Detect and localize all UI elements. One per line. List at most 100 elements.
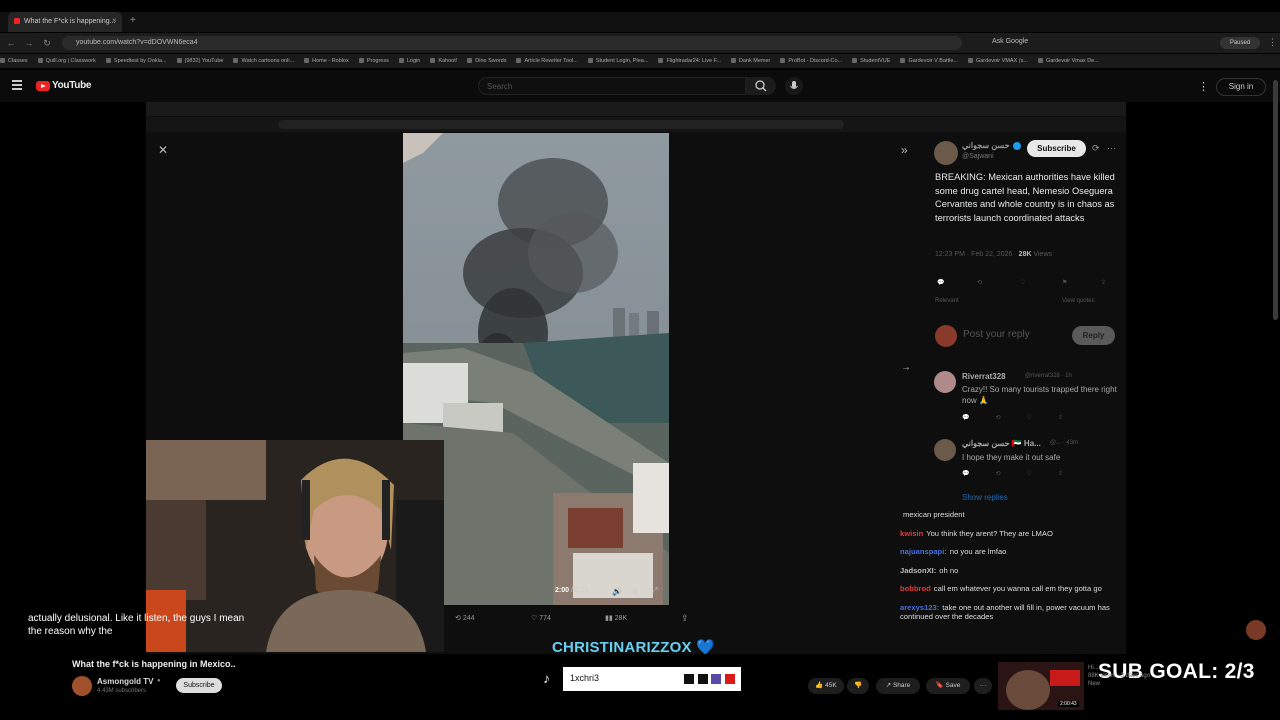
live-caption: actually delusional. Like it listen, the…: [28, 613, 245, 637]
dislike-button[interactable]: 👎: [847, 678, 869, 694]
new-tab-icon[interactable]: +: [130, 15, 136, 26]
chat-user: JadsonXI:: [900, 565, 937, 575]
settings-dots-icon[interactable]: ⋮: [1198, 80, 1209, 93]
tiktok-username: 1xchri3: [570, 673, 600, 683]
bookmark-item[interactable]: Gardevoir V Battle...: [900, 54, 958, 68]
forward-icon[interactable]: →: [24, 38, 34, 48]
floating-avatar-icon[interactable]: [1246, 620, 1266, 640]
bookmark-item[interactable]: Student Login, Plea...: [587, 54, 648, 68]
bookmark-icon: [900, 58, 906, 64]
tweet-author-avatar[interactable]: [934, 141, 958, 165]
channel-subscribers: 4.43M subscribers: [97, 688, 147, 694]
bookmark-item[interactable]: Watch cartoons onli...: [233, 54, 294, 68]
media-retweet-count[interactable]: ⟲ 244: [455, 614, 475, 622]
bookmark-icon: [967, 58, 973, 64]
back-icon[interactable]: ←: [6, 38, 16, 48]
like-button[interactable]: 👍 45K: [808, 678, 844, 694]
bookmark-item[interactable]: Article Rewriter Tool...: [516, 54, 578, 68]
browser-menu-icon[interactable]: ⋮: [1268, 37, 1277, 48]
tweet-author-name[interactable]: حسن سجواني: [962, 141, 1010, 150]
bookmark-item[interactable]: Quill.org | Classwork: [37, 54, 96, 68]
bookmark-item[interactable]: Dino Swords: [467, 54, 506, 68]
reply-actions[interactable]: 💬⟲♡⇪: [962, 414, 1117, 421]
color-swatch: [711, 674, 721, 684]
page-scrollbar[interactable]: [1273, 80, 1278, 320]
tweet-reply-icon[interactable]: 💬: [937, 279, 944, 286]
recommended-video-title[interactable]: Hi...: [1088, 664, 1150, 672]
chat-message: kwisin You think they arent? They are LMA…: [900, 529, 1120, 539]
chat-user: arexys123:: [900, 602, 940, 612]
bookmark-icon: [516, 58, 522, 64]
bookmark-item[interactable]: Speedtest by Ookla...: [105, 54, 167, 68]
more-actions-button[interactable]: ···: [974, 678, 992, 694]
collapse-panel-icon[interactable]: »: [901, 143, 908, 157]
bookmark-item[interactable]: ProBot - Discord-Co...: [780, 54, 842, 68]
hamburger-menu-icon[interactable]: [12, 80, 22, 90]
media-like-count[interactable]: ♡ 774: [531, 614, 551, 622]
verified-icon: ●: [157, 678, 161, 684]
reload-icon[interactable]: ↻: [42, 38, 52, 48]
reply-actions[interactable]: 💬⟲♡⇪: [962, 470, 1117, 477]
bookmark-item[interactable]: StudentVUE: [852, 54, 890, 68]
profile-paused-button[interactable]: Paused: [1220, 37, 1260, 49]
tweet-retweet-icon[interactable]: ⟲: [977, 279, 982, 286]
reply-avatar[interactable]: [934, 439, 956, 461]
more-icon[interactable]: ···: [1107, 143, 1116, 153]
bookmark-item[interactable]: Home - Roblox: [304, 54, 349, 68]
youtube-logo-icon[interactable]: [36, 81, 50, 91]
search-input[interactable]: Search: [478, 77, 746, 95]
chat-text: call em whatever you wanna call em they …: [933, 584, 1102, 593]
sign-in-button[interactable]: Sign in: [1216, 78, 1266, 96]
bookmark-icon: [1037, 58, 1043, 64]
channel-name[interactable]: Asmongold TV: [97, 677, 153, 686]
youtube-logo-text[interactable]: YouTube: [52, 80, 92, 91]
new-badge: New: [1088, 681, 1101, 687]
youtube-favicon-icon: [14, 18, 20, 25]
tab-close-icon[interactable]: ×: [112, 16, 117, 25]
show-replies-link[interactable]: Show replies: [962, 493, 1008, 502]
save-button[interactable]: 🔖 Save: [926, 678, 970, 694]
bookmark-item[interactable]: Kahoot!: [430, 54, 457, 68]
next-arrow-icon[interactable]: →: [901, 362, 911, 373]
sort-relevant[interactable]: Relevant: [935, 298, 959, 304]
browser-tab-active[interactable]: What the F*ck is happening...: [8, 12, 122, 32]
reply-author[interactable]: Riverrat328: [962, 372, 1006, 381]
bookmark-item[interactable]: Dank Memer: [730, 54, 770, 68]
bookmark-item[interactable]: Progress: [358, 54, 389, 68]
bookmark-item[interactable]: (9832) YouTube: [176, 54, 223, 68]
tweet-like-icon[interactable]: ♡: [1020, 279, 1025, 286]
bookmark-item[interactable]: Gardevoir VMAX (s...: [967, 54, 1028, 68]
bookmark-item[interactable]: Flightradar24: Live F...: [658, 54, 721, 68]
reply-avatar[interactable]: [934, 371, 956, 393]
reply-button[interactable]: Reply: [1072, 326, 1115, 345]
media-share-icon[interactable]: ⇪: [681, 613, 689, 624]
video-title: What the f*ck is happening in Mexico..: [72, 659, 236, 669]
tweet-subscribe-button[interactable]: Subscribe: [1027, 140, 1086, 157]
view-quotes-link[interactable]: View quotes: [1062, 298, 1095, 304]
tweet-share-icon[interactable]: ⇪: [1101, 279, 1106, 286]
fullscreen-icon[interactable]: ⤢: [651, 586, 657, 596]
settings-icon[interactable]: ⚙: [631, 587, 638, 596]
bookmark-item[interactable]: Classes: [0, 54, 28, 68]
verified-badge-icon: [1013, 142, 1021, 150]
search-button[interactable]: [746, 77, 776, 95]
channel-avatar[interactable]: [72, 676, 92, 696]
bookmark-item[interactable]: Login: [398, 54, 420, 68]
ask-google-button[interactable]: Ask Google: [992, 38, 1028, 45]
reply-input[interactable]: Post your reply: [963, 329, 1030, 340]
subscribe-button[interactable]: Subscribe: [176, 678, 222, 693]
voice-search-button[interactable]: [785, 77, 803, 95]
grok-icon[interactable]: ⟳: [1092, 143, 1100, 154]
volume-icon[interactable]: 🔊: [612, 587, 622, 596]
reply-user-avatar: [935, 325, 957, 347]
bookmark-item[interactable]: Gardevoir Vmax De...: [1037, 54, 1099, 68]
tweet-bookmark-icon[interactable]: ⚑: [1062, 279, 1067, 286]
url-input[interactable]: youtube.com/watch?v=dDOVWN6eca4: [62, 36, 962, 50]
close-icon[interactable]: ✕: [158, 143, 168, 157]
stream-chat: mexican president kwisin You think they a…: [900, 510, 1120, 631]
chat-message: JadsonXI: oh no: [900, 566, 1120, 576]
reply-author[interactable]: حسن سجواني 🇦🇪 Ha...: [962, 439, 1041, 448]
share-button[interactable]: ↗ Share: [876, 678, 920, 694]
chat-message: mexican president: [900, 510, 1120, 520]
bookmarks-bar: Classes Quill.org | Classwork Speedtest by…: [0, 54, 1280, 68]
